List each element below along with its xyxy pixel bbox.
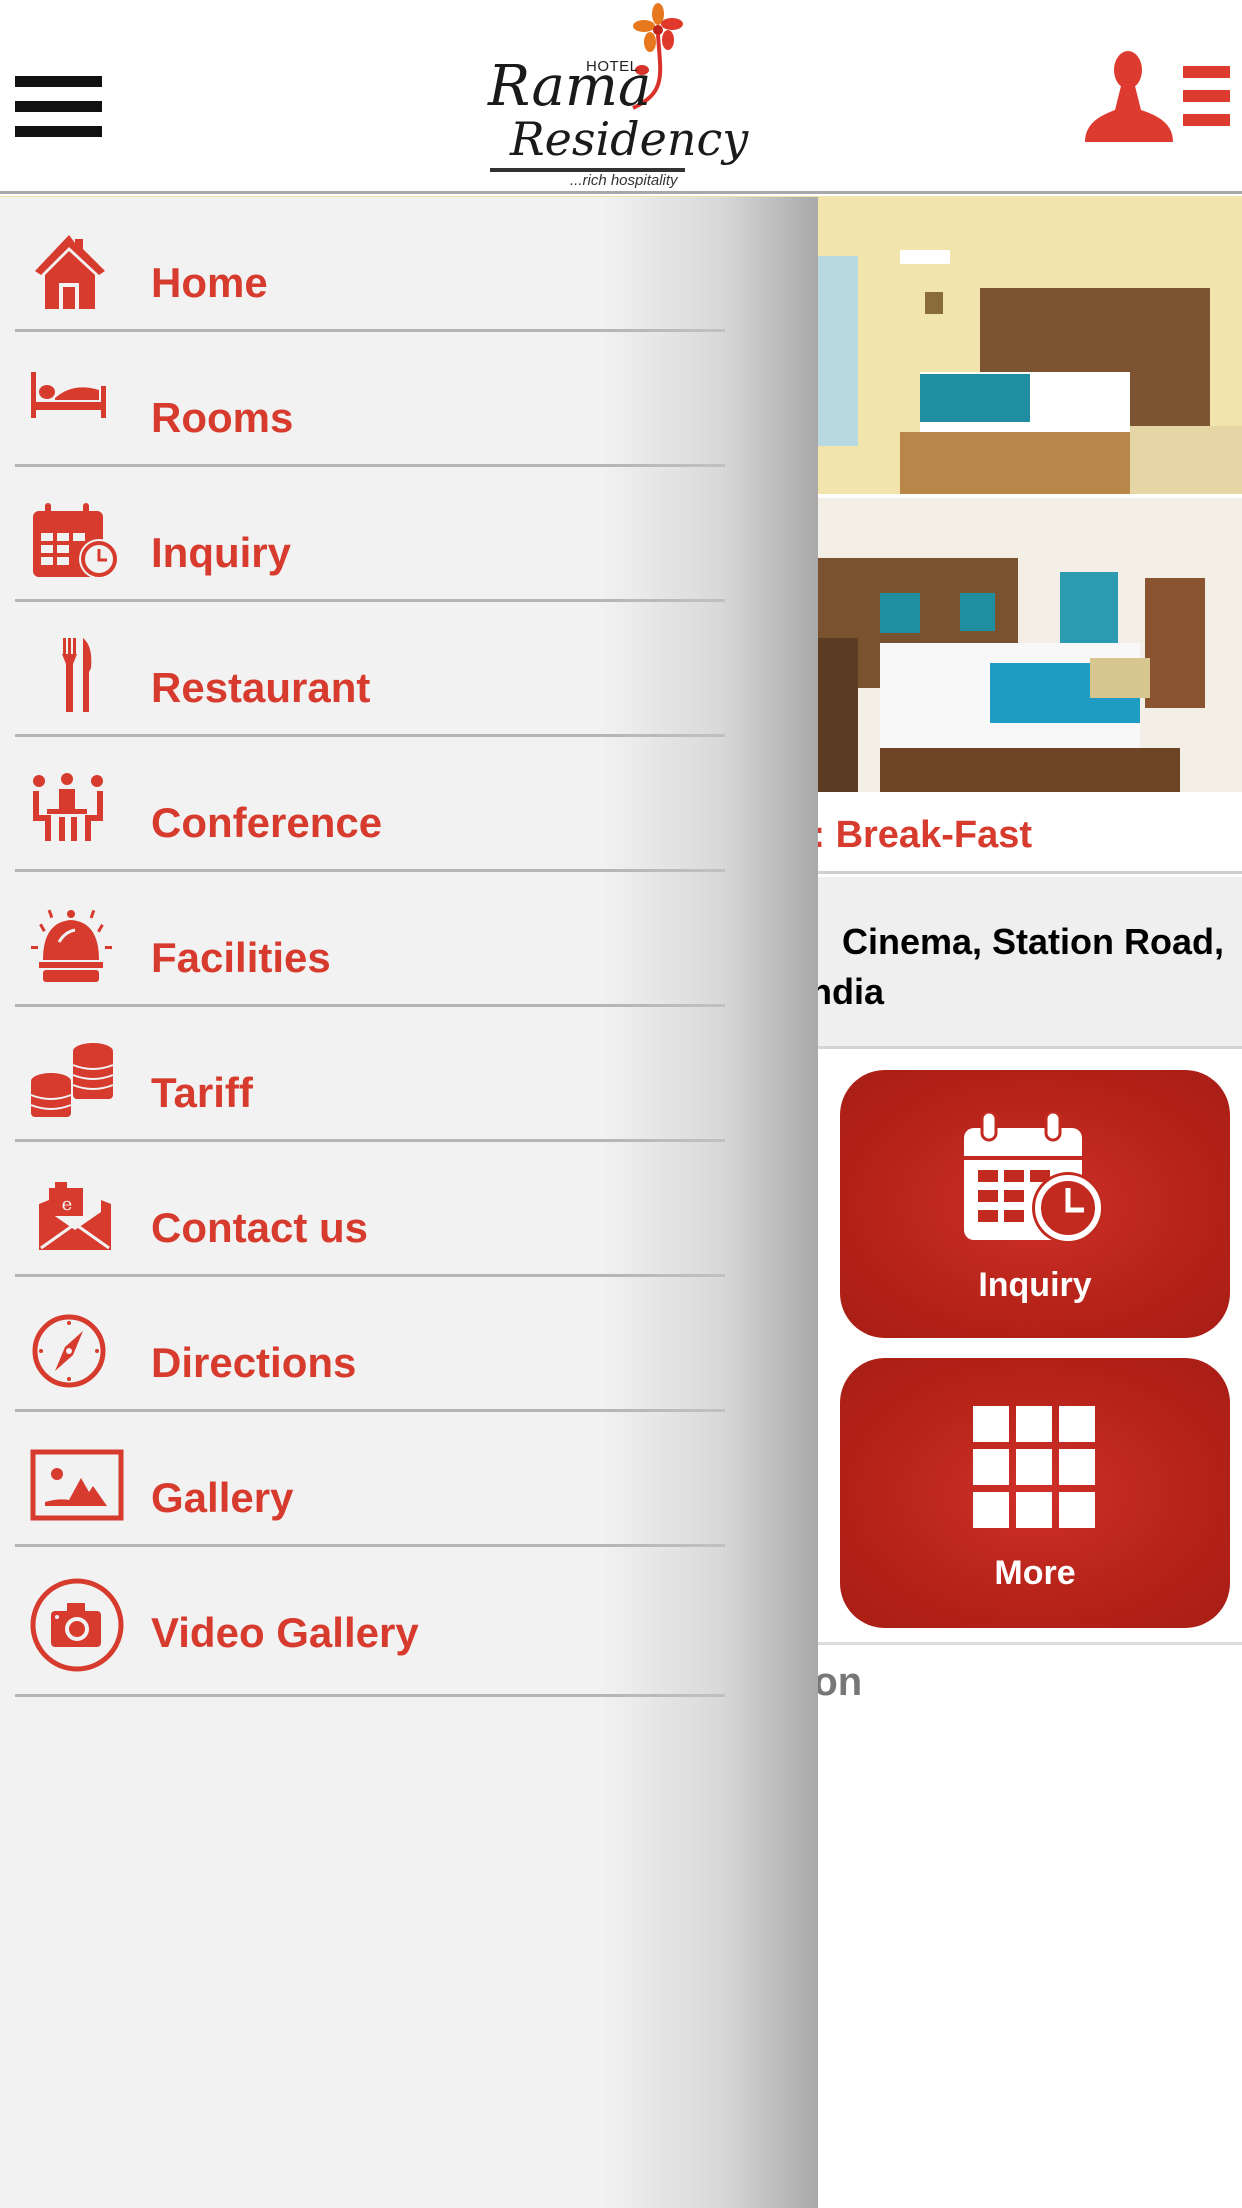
hamburger-bar [15,76,102,87]
drawer-item-label: Rooms [151,394,294,441]
drawer-item-facilities[interactable]: Facilities [15,872,725,1007]
logo-name-line2: Residency [510,112,749,166]
drawer-item-tariff[interactable]: Tariff [15,1007,725,1142]
calendar-clock-icon [33,503,119,579]
grid-icon [973,1406,1095,1528]
drawer-item-inquiry[interactable]: Inquiry [15,467,725,602]
coins-icon [30,1043,114,1117]
service-bell-icon [31,909,112,982]
drawer-item-rooms[interactable]: Rooms [15,332,725,467]
user-list-icon [1085,51,1230,142]
compass-icon [32,1314,106,1388]
inquiry-tile-label: Inquiry [978,1266,1092,1304]
logo-tagline: ...rich hospitality [570,172,678,189]
navigation-drawer: Home Rooms Inquiry Restaurant Conference… [0,197,818,2208]
address-line-2: ndia [810,971,885,1012]
drawer-item-label: Conference [151,799,383,846]
conference-table-icon [33,773,103,841]
camera-icon [30,1578,124,1672]
drawer-item-contact-us[interactable]: e Contact us [15,1142,725,1277]
more-tile-button[interactable]: More [840,1358,1230,1628]
user-menu-button[interactable] [1085,50,1230,145]
hotel-logo[interactable]: HOTEL Rama Residency ...rich hospitality [480,0,760,192]
image-icon [30,1449,124,1521]
svg-text:e: e [62,1194,73,1215]
drawer-item-directions[interactable]: Directions [15,1277,725,1412]
envelope-icon: e [39,1182,111,1250]
hamburger-menu-button[interactable] [15,76,102,138]
breakfast-text: : Break-Fast [812,814,1032,856]
drawer-item-label: Directions [151,1339,357,1386]
address-line-1: Cinema, Station Road, [841,921,1224,962]
hamburger-bar [15,126,102,137]
drawer-item-restaurant[interactable]: Restaurant [15,602,725,737]
drawer-item-home[interactable]: Home [15,197,725,332]
inquiry-tile-button[interactable]: Inquiry [840,1070,1230,1338]
drawer-item-label: Tariff [151,1069,253,1116]
bed-icon [31,372,106,418]
drawer-item-label: Restaurant [151,664,371,711]
drawer-item-label: Video Gallery [151,1609,419,1656]
drawer-item-label: Contact us [151,1204,369,1251]
hamburger-bar [15,101,102,112]
drawer-item-gallery[interactable]: Gallery [15,1412,725,1547]
drawer-item-conference[interactable]: Conference [15,737,725,872]
calendar-clock-icon [964,1112,1104,1244]
more-tile-label: More [994,1554,1076,1592]
home-icon [35,235,105,309]
app-header: HOTEL Rama Residency ...rich hospitality [0,0,1242,194]
drawer-item-label: Home [151,259,268,306]
drawer-item-label: Inquiry [151,529,292,576]
drawer-item-label: Gallery [151,1474,294,1521]
logo-name-line1: Rama [488,54,652,119]
drawer-item-video-gallery[interactable]: Video Gallery [15,1547,725,1697]
drawer-item-label: Facilities [151,934,331,981]
fork-knife-icon [62,638,92,712]
